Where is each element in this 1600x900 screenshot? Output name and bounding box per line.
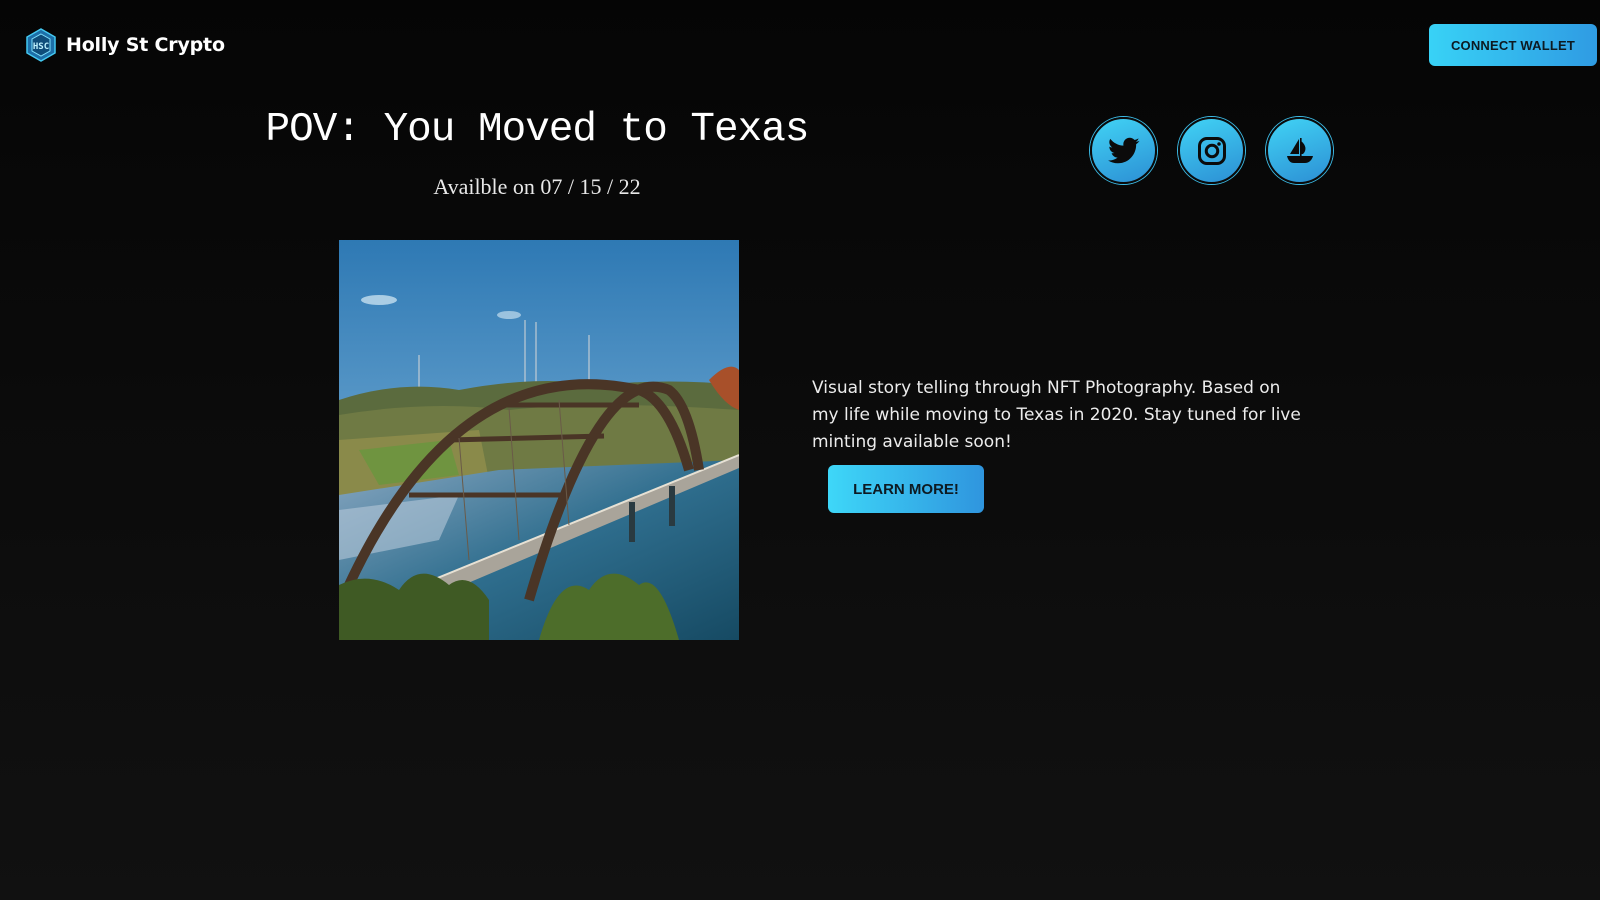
brand[interactable]: HSC Holly St Crypto [24,28,225,62]
connect-wallet-button[interactable]: CONNECT WALLET [1429,24,1597,66]
page: HSC Holly St Crypto CONNECT WALLET POV: … [0,0,1600,900]
pennybacker-bridge-photo [339,240,739,640]
description-text: Visual story telling through NFT Photogr… [812,378,1301,452]
opensea-icon [1286,137,1313,163]
twitter-icon [1107,137,1139,163]
brand-name: Holly St Crypto [66,34,225,56]
hsc-logo-icon: HSC [26,28,56,62]
page-title: POV: You Moved to Texas [265,107,810,153]
availability-date: Availble on 07 / 15 / 22 [433,174,641,199]
twitter-link[interactable] [1090,117,1157,184]
instagram-icon [1197,136,1226,165]
instagram-link[interactable] [1178,117,1245,184]
learn-more-button[interactable]: LEARN MORE! [828,465,984,513]
bridge-image [339,240,739,640]
opensea-link[interactable] [1266,117,1333,184]
svg-text:HSC: HSC [33,42,49,52]
